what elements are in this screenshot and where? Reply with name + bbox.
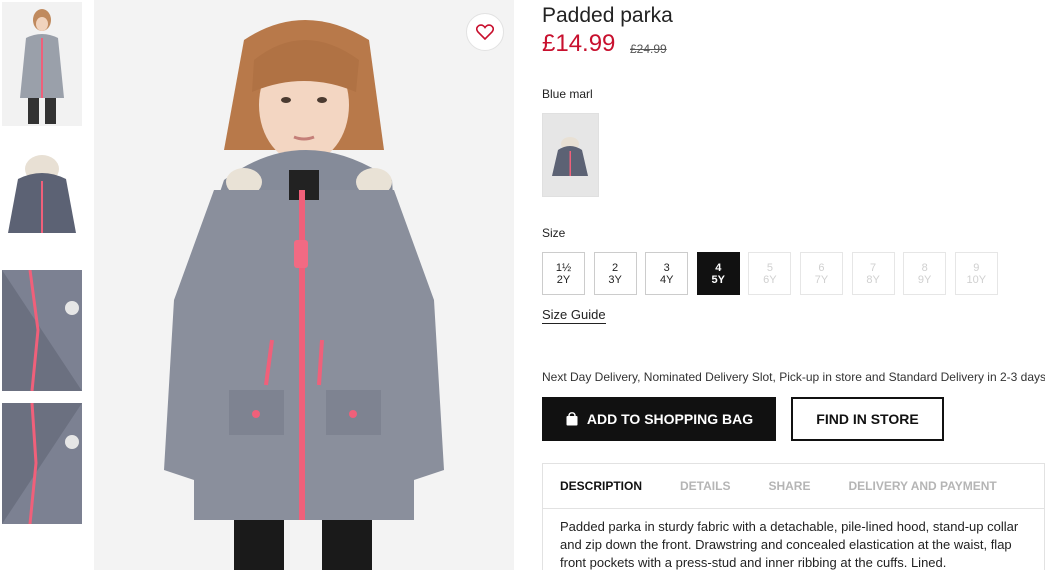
thumbnail-front-model-image <box>2 2 82 126</box>
size-age: 4 <box>715 261 722 274</box>
description-text: Padded parka in sturdy fabric with a det… <box>560 519 1019 570</box>
size-year: 4Y <box>659 273 674 286</box>
tab-details[interactable]: DETAILS <box>680 479 730 493</box>
size-year: 3Y <box>608 273 622 286</box>
swatch-image <box>543 114 598 196</box>
tab-share[interactable]: SHARE <box>768 479 810 493</box>
thumbnail-product-flat-image <box>2 137 82 257</box>
size-year: 5Y <box>711 273 726 286</box>
thumbnail-detail-pocket-image <box>2 403 82 524</box>
thumbnail-detail-pocket[interactable] <box>2 403 82 524</box>
size-age: 7 <box>870 261 877 274</box>
size-option-6y: 5 6Y <box>748 252 792 295</box>
size-year: 6Y <box>763 273 777 286</box>
color-swatch-blue-marl[interactable] <box>542 113 599 197</box>
size-year: 8Y <box>866 273 880 286</box>
add-to-bag-label: ADD TO SHOPPING BAG <box>586 411 754 427</box>
tab-description[interactable]: DESCRIPTION <box>560 479 642 493</box>
size-age: 2 <box>612 261 619 274</box>
size-age: 8 <box>921 261 928 274</box>
size-year: 9Y <box>917 273 932 286</box>
size-age: 5 <box>766 261 773 274</box>
size-option-5y[interactable]: 4 5Y <box>696 252 740 295</box>
size-label: Size <box>542 226 566 240</box>
size-option-10y: 9 10Y <box>954 252 998 295</box>
thumbnail-detail-zip-image <box>2 270 82 391</box>
size-age: 6 <box>818 261 825 274</box>
add-to-bag-button[interactable]: ADD TO SHOPPING BAG <box>542 397 776 441</box>
size-year: 2Y <box>556 273 571 286</box>
tab-delivery-and-payment[interactable]: DELIVERY AND PAYMENT <box>848 479 996 493</box>
size-age: 1½ <box>555 261 572 274</box>
delivery-note: Next Day Delivery, Nominated Delivery Sl… <box>542 370 1045 384</box>
shopping-bag-icon <box>566 412 578 426</box>
find-in-store-button[interactable]: FIND IN STORE <box>791 397 944 441</box>
size-year: 7Y <box>814 273 829 286</box>
thumbnail-front-model[interactable] <box>2 2 82 126</box>
favorite-button[interactable] <box>466 13 504 51</box>
size-age: 3 <box>663 261 670 274</box>
main-product-image <box>94 0 514 570</box>
size-year: 10Y <box>966 273 987 286</box>
color-name: Blue marl <box>542 87 593 101</box>
size-option-9y: 8 9Y <box>903 252 947 295</box>
size-option-3y[interactable]: 2 3Y <box>593 252 637 295</box>
product-title: Padded parka <box>542 4 673 27</box>
size-option-4y[interactable]: 3 4Y <box>645 252 689 295</box>
size-option-8y: 7 8Y <box>851 252 895 295</box>
product-price: £14.99 <box>542 30 616 57</box>
size-selector: 1½ 2Y 2 3Y 3 4Y 4 5Y 5 6Y 6 7Y 7 8Y 8 9Y 9 10Y <box>542 252 1006 295</box>
tab-bar: DESCRIPTION DETAILS SHARE DELIVERY AND P… <box>543 464 1044 509</box>
thumbnail-product-flat[interactable] <box>2 137 82 257</box>
product-info-tabs: DESCRIPTION DETAILS SHARE DELIVERY AND P… <box>542 463 1045 570</box>
original-price: £24.99 <box>630 42 667 56</box>
thumbnail-detail-zip[interactable] <box>2 270 82 391</box>
size-option-7y: 6 7Y <box>799 252 843 295</box>
heart-icon <box>476 24 494 40</box>
main-product-image-figure <box>94 0 514 570</box>
size-option-2y[interactable]: 1½ 2Y <box>542 252 585 295</box>
size-age: 9 <box>973 261 980 274</box>
size-guide-link[interactable]: Size Guide <box>542 307 606 324</box>
